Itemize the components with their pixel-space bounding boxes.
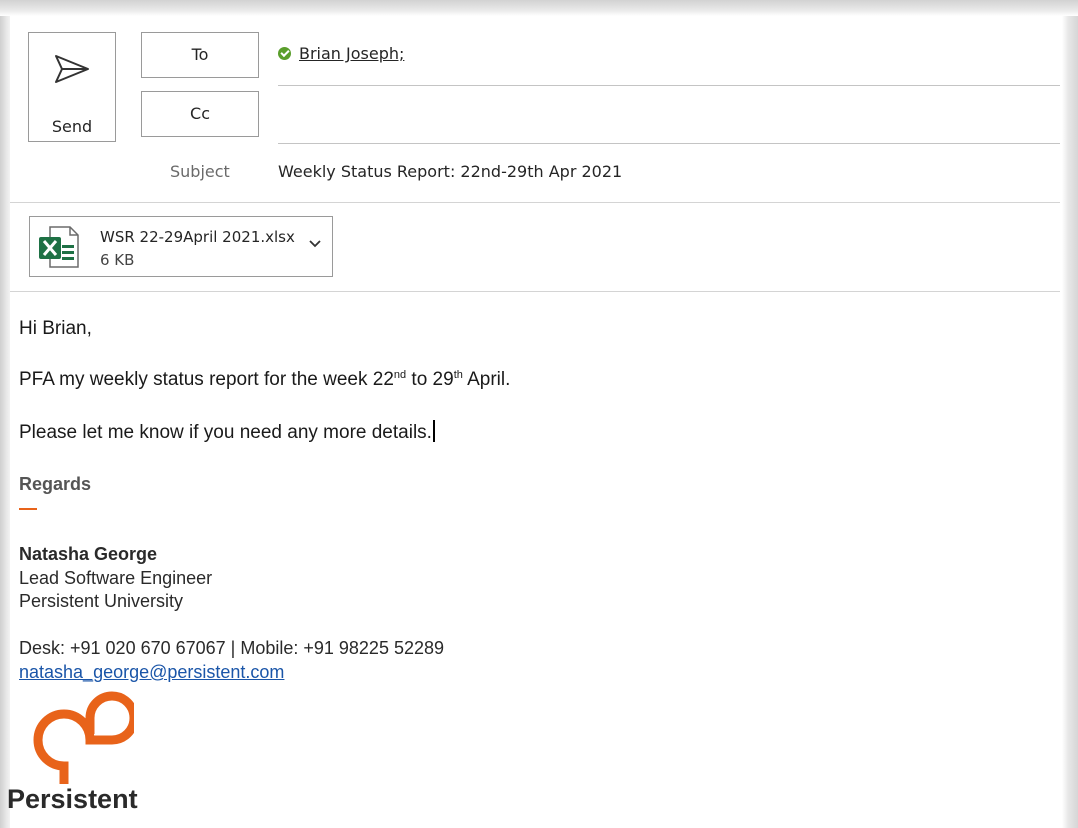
- excel-file-icon: [39, 226, 79, 268]
- send-button[interactable]: Send: [28, 32, 116, 142]
- attachment-name: WSR 22-29April 2021.xlsx: [100, 228, 295, 246]
- attachment-size: 6 KB: [100, 251, 135, 269]
- recipient-chip[interactable]: Brian Joseph;: [278, 44, 404, 63]
- signature-regards: Regards: [19, 474, 92, 494]
- body-line-2-text: Please let me know if you need any more …: [19, 422, 432, 443]
- chevron-down-icon[interactable]: [308, 239, 322, 249]
- to-field-underline: [278, 85, 1060, 86]
- body-line-1-text-b: to 29: [406, 369, 454, 390]
- subject-label: Subject: [170, 162, 230, 181]
- text-cursor: [432, 420, 435, 442]
- send-label: Send: [51, 117, 93, 136]
- signature-accent-dash: [19, 508, 37, 510]
- to-field[interactable]: Brian Joseph;: [278, 16, 1060, 86]
- recipient-name[interactable]: Brian Joseph;: [299, 44, 404, 63]
- cc-button[interactable]: Cc: [141, 91, 259, 137]
- signature-title: Lead Software Engineer: [19, 568, 213, 588]
- persistent-logo-icon: [33, 691, 134, 784]
- persistent-logo-text: Persistent: [7, 784, 138, 814]
- attachment-divider: [10, 291, 1060, 292]
- signature-name: Natasha George: [19, 544, 158, 564]
- cc-field[interactable]: [278, 88, 1060, 144]
- subject-field[interactable]: Weekly Status Report: 22nd-29th Apr 2021: [278, 162, 622, 181]
- greeting-line[interactable]: Hi Brian,: [19, 318, 92, 340]
- window-top-shadow: [0, 0, 1078, 16]
- header-divider: [10, 202, 1060, 203]
- superscript-th: th: [453, 369, 463, 381]
- superscript-nd: nd: [393, 369, 407, 381]
- cc-field-underline: [278, 143, 1060, 144]
- signature-contact: Desk: +91 020 670 67067 | Mobile: +91 98…: [19, 638, 445, 658]
- body-line-1[interactable]: PFA my weekly status report for the week…: [19, 369, 510, 391]
- check-circle-icon: [278, 47, 291, 60]
- body-line-1-text-c: April.: [462, 369, 511, 390]
- body-line-2[interactable]: Please let me know if you need any more …: [19, 420, 435, 444]
- send-icon: [55, 55, 89, 83]
- to-button[interactable]: To: [141, 32, 259, 78]
- attachment-card[interactable]: WSR 22-29April 2021.xlsx 6 KB: [29, 216, 333, 277]
- signature-organization: Persistent University: [19, 591, 184, 611]
- body-line-1-text-a: PFA my weekly status report for the week…: [19, 369, 394, 390]
- signature-email-link[interactable]: natasha_george@persistent.com: [19, 662, 284, 683]
- email-compose-window: Send To Cc Brian Joseph; Subject Weekly …: [10, 16, 1060, 828]
